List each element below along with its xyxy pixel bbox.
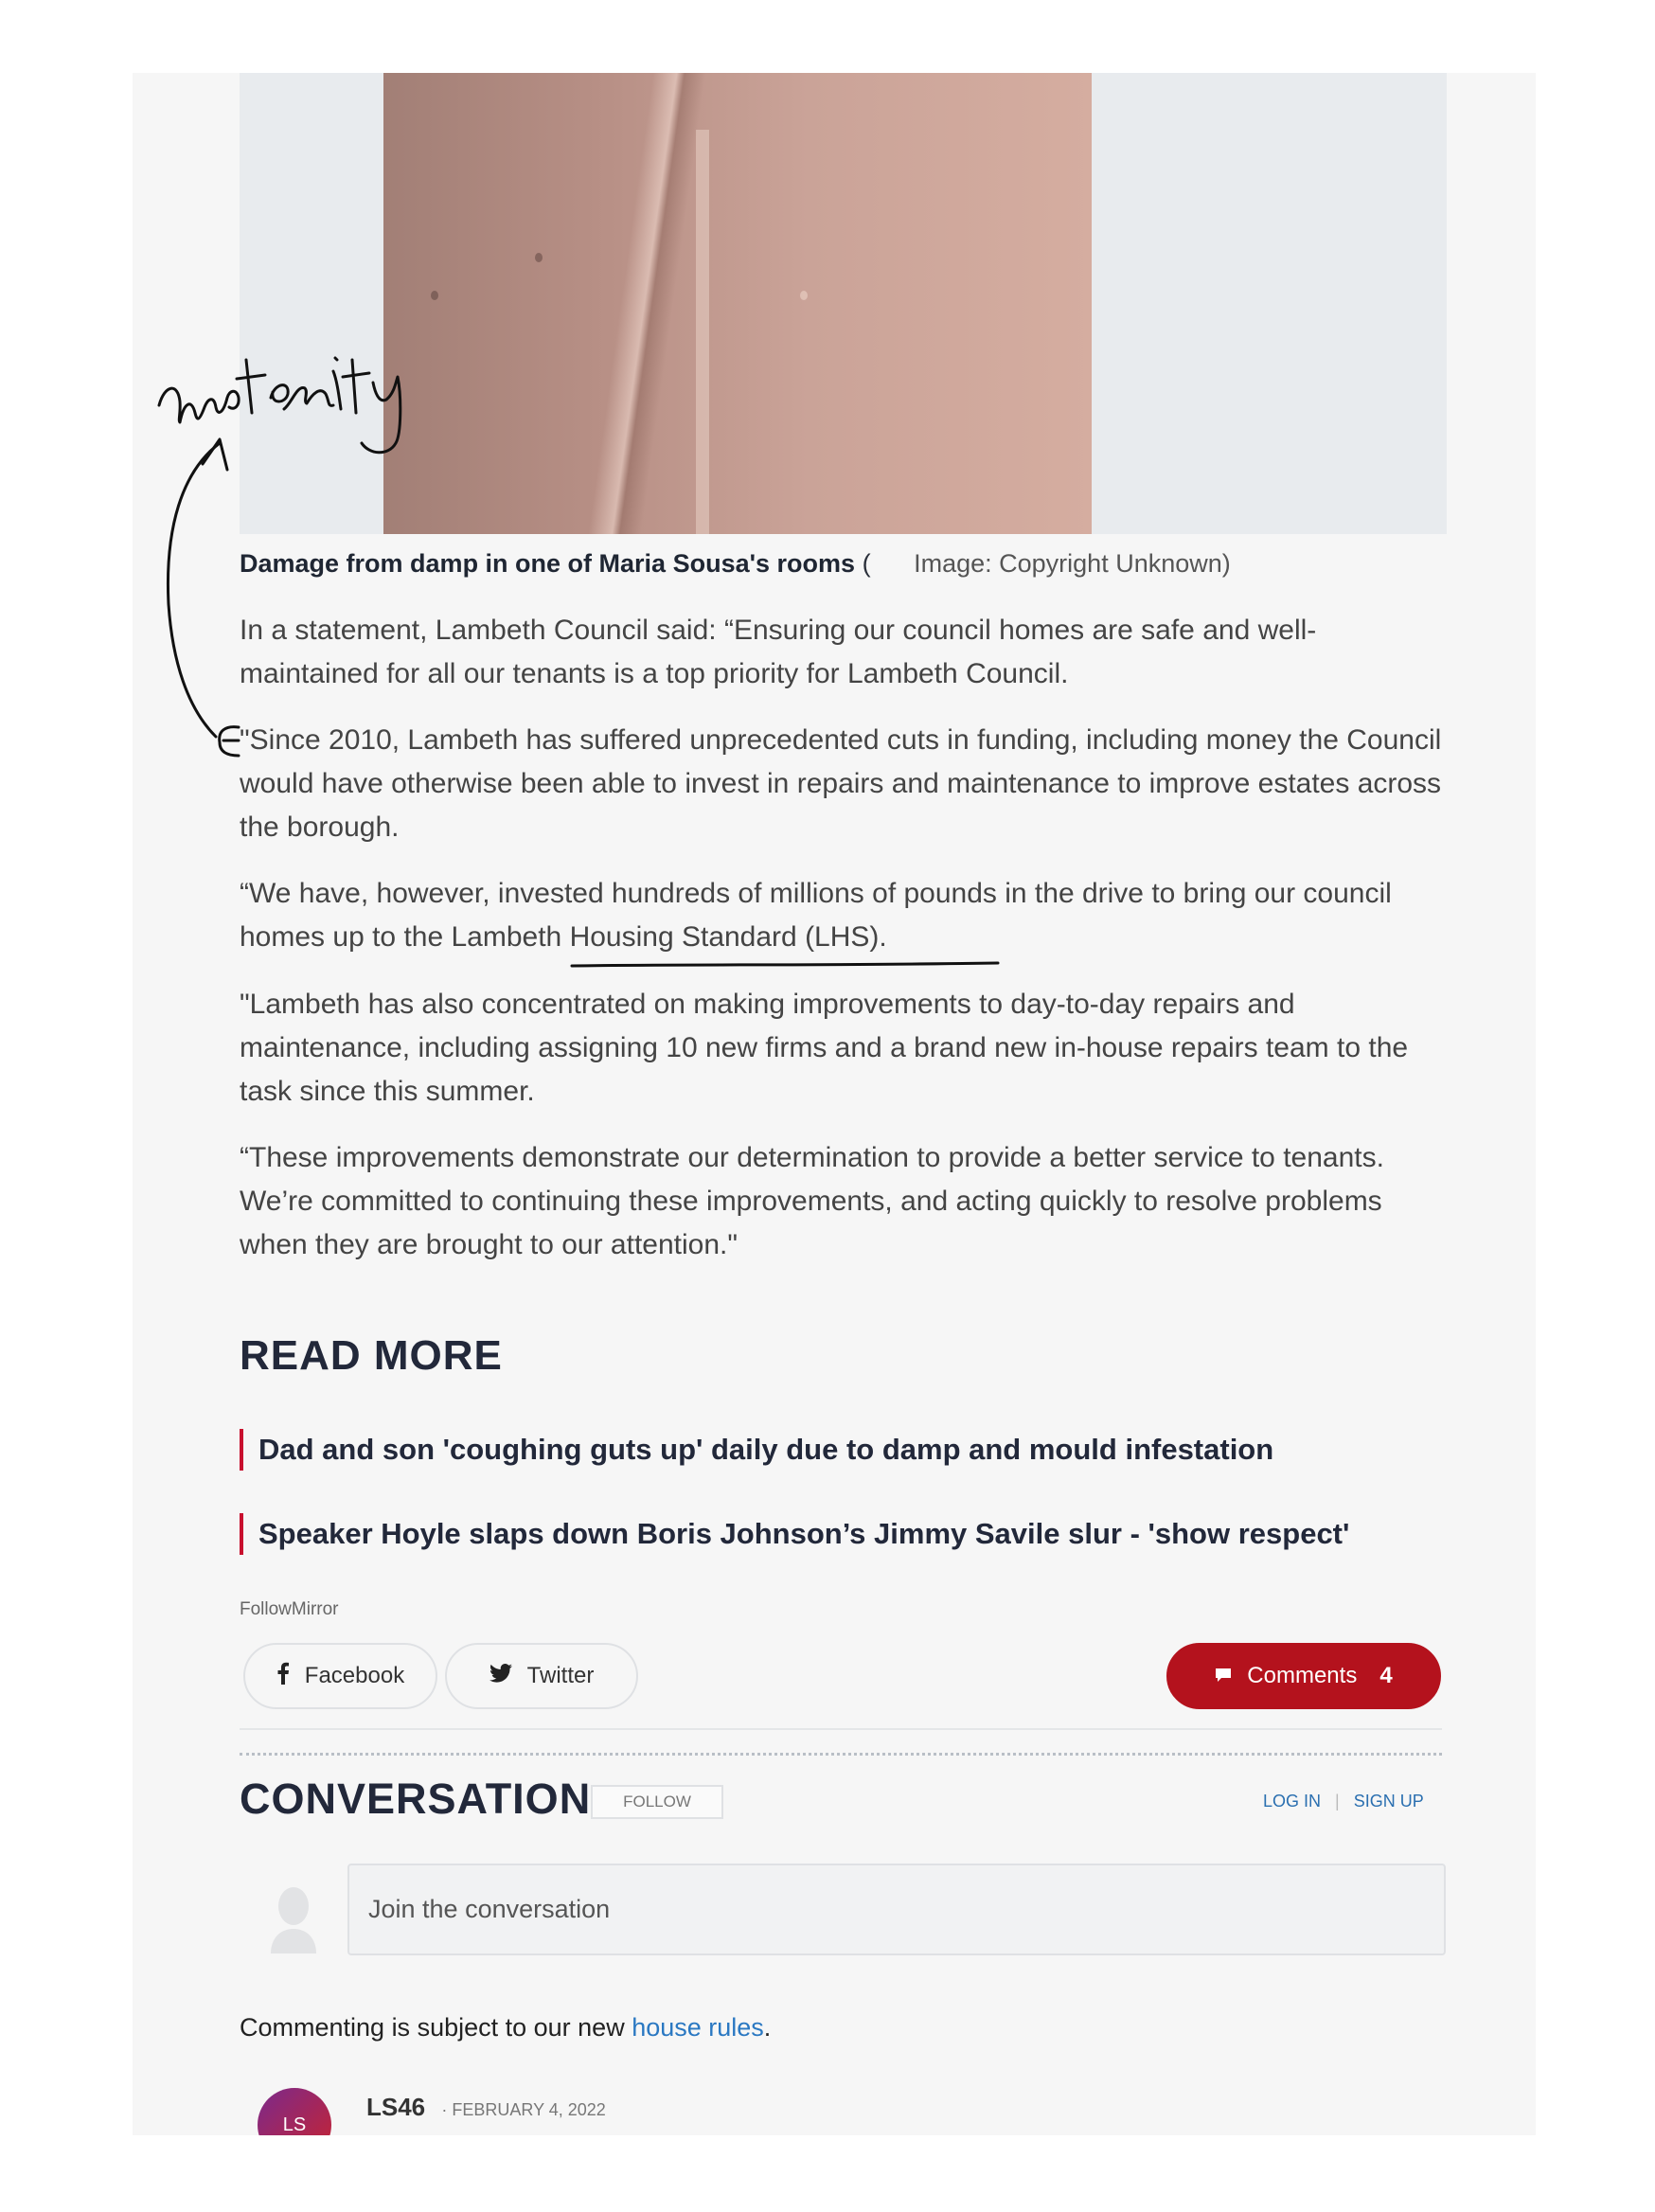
image-caption: Damage from damp in one of Maria Sousa's…	[240, 546, 1447, 580]
follow-mirror-label: FollowMirror	[240, 1599, 339, 1619]
login-link[interactable]: LOG IN	[1263, 1792, 1321, 1811]
house-rules-notice: Commenting is subject to our new house r…	[240, 2013, 771, 2043]
caption-credit: Image: Copyright Unknown)	[914, 549, 1231, 578]
lhs-link[interactable]: Lambeth Housing Standard (LHS)	[451, 921, 879, 953]
user-silhouette-icon	[265, 1882, 322, 1957]
comments-label: Comments	[1247, 1663, 1358, 1688]
twitter-label: Twitter	[526, 1663, 595, 1688]
comment-username[interactable]: LS46	[366, 2093, 425, 2121]
comment-date: · FEBRUARY 4, 2022	[441, 2100, 606, 2119]
article-paragraph-lhs: “We have, however, invested hundreds of …	[240, 872, 1447, 959]
follow-conversation-button[interactable]: FOLLOW	[591, 1785, 723, 1819]
read-more-heading: READ MORE	[240, 1332, 503, 1379]
facebook-icon	[276, 1662, 290, 1691]
article-paragraph: “These improvements demonstrate our dete…	[240, 1142, 1384, 1260]
house-rules-link[interactable]: house rules	[632, 2013, 764, 2042]
comment-bubble-icon	[1215, 1663, 1232, 1689]
article-paragraph: In a statement, Lambeth Council said: “E…	[240, 615, 1317, 689]
divider	[240, 1728, 1442, 1730]
comments-button[interactable]: Comments 4	[1166, 1643, 1441, 1709]
rules-suffix: .	[763, 2013, 772, 2042]
article-page: Damage from damp in one of Maria Sousa's…	[133, 73, 1536, 2135]
paragraph-end: .	[879, 921, 887, 953]
commenter-avatar[interactable]: LS	[258, 2088, 331, 2135]
signup-link[interactable]: SIGN UP	[1354, 1792, 1424, 1811]
caption-paren: (	[862, 549, 871, 578]
conversation-title: CONVERSATION	[240, 1775, 592, 1823]
article-paragraph: "Lambeth has also concentrated on making…	[240, 989, 1409, 1107]
read-more-link[interactable]: Speaker Hoyle slaps down Boris Johnson’s…	[240, 1513, 1349, 1555]
facebook-label: Facebook	[304, 1663, 405, 1688]
auth-links: LOG IN | SIGN UP	[1263, 1792, 1424, 1811]
caption-title: Damage from damp in one of Maria Sousa's…	[240, 549, 856, 578]
join-conversation-input[interactable]	[347, 1864, 1446, 1955]
comments-count: 4	[1379, 1663, 1393, 1688]
twitter-share-button[interactable]: Twitter	[445, 1643, 638, 1709]
auth-separator: |	[1335, 1792, 1340, 1811]
facebook-share-button[interactable]: Facebook	[243, 1643, 437, 1709]
dotted-divider	[240, 1753, 1442, 1756]
rules-prefix: Commenting is subject to our new	[240, 2013, 632, 2042]
damp-damage-photo[interactable]	[383, 73, 1092, 534]
twitter-icon	[489, 1663, 512, 1689]
comment-meta: LS46 · FEBRUARY 4, 2022	[366, 2093, 606, 2122]
read-more-link[interactable]: Dad and son 'coughing guts up' daily due…	[240, 1429, 1273, 1471]
article-paragraph: "Since 2010, Lambeth has suffered unprec…	[240, 724, 1442, 843]
